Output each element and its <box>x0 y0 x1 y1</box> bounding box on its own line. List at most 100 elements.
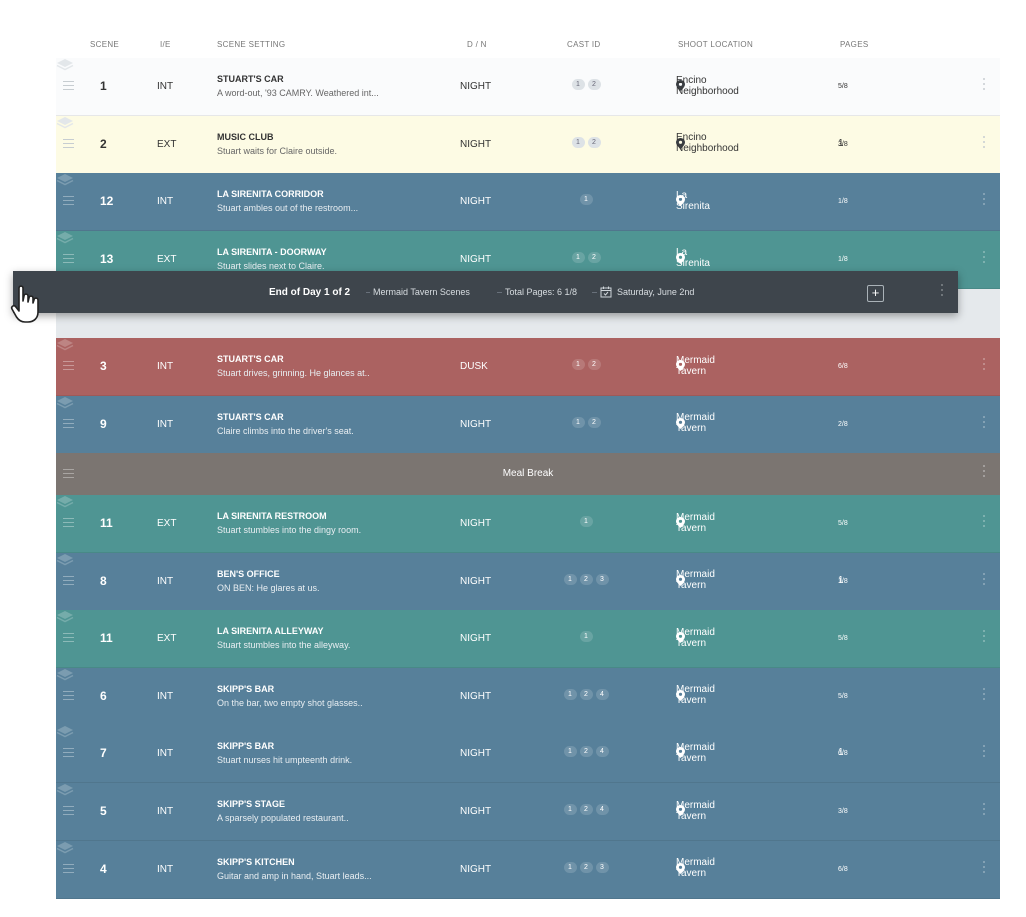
calendar-icon[interactable] <box>600 285 612 298</box>
cast-id-badge[interactable]: 1 <box>571 416 585 428</box>
more-options-icon[interactable] <box>982 135 986 152</box>
stack-icon[interactable] <box>56 231 74 244</box>
scene-row[interactable]: 1 INT STUART'S CAR A word-out, '93 CAMRY. W… <box>56 58 1000 116</box>
drag-handle-icon[interactable] <box>63 196 74 206</box>
scene-row[interactable]: 2 EXT MUSIC CLUB Stuart waits for Claire ou… <box>56 115 1000 174</box>
shoot-location[interactable]: Mermaid Tavern <box>676 569 715 591</box>
stack-icon[interactable] <box>56 725 74 738</box>
stack-icon[interactable] <box>56 173 74 186</box>
more-options-icon[interactable] <box>982 860 986 877</box>
stack-icon[interactable] <box>56 610 74 623</box>
cast-id-badge[interactable]: 1 <box>571 136 585 148</box>
column-header-scene[interactable]: SCENE <box>90 40 119 49</box>
stack-icon[interactable] <box>56 338 74 351</box>
scene-row[interactable]: 4 INT SKIPP'S KITCHEN Guitar and amp in han… <box>56 840 1000 899</box>
more-options-icon[interactable] <box>982 803 986 819</box>
stack-icon[interactable] <box>56 841 74 854</box>
cast-id-badge[interactable]: 2 <box>587 79 601 90</box>
cast-id-badge[interactable]: 4 <box>595 688 609 700</box>
more-options-icon[interactable] <box>982 78 986 94</box>
drag-handle-icon[interactable] <box>63 253 74 263</box>
column-header-shoot-location[interactable]: SHOOT LOCATION <box>678 40 753 49</box>
scene-row[interactable]: 6 INT SKIPP'S BAR On the bar, two empty sho… <box>56 667 1000 726</box>
shoot-date[interactable]: Saturday, June 2nd <box>617 287 694 297</box>
meal-break-row[interactable]: Meal Break <box>56 453 1000 495</box>
shoot-location[interactable]: Mermaid Tavern <box>676 800 715 822</box>
cast-id-badge[interactable]: 4 <box>595 746 609 758</box>
column-header-ie[interactable]: I/E <box>160 40 171 49</box>
scene-row[interactable]: 11 EXT LA SIRENITA ALLEYWAY Stuart stumbles… <box>56 610 1000 669</box>
end-of-day-banner[interactable]: End of Day 1 of 2 Mermaid Tavern Scenes … <box>13 271 958 313</box>
drag-handle-icon[interactable] <box>63 806 74 815</box>
shoot-location[interactable]: La Sirenita <box>676 247 710 269</box>
shoot-location[interactable]: La Sirenita <box>676 190 710 212</box>
drag-handle-icon[interactable] <box>63 81 74 90</box>
add-button[interactable]: + <box>867 285 884 302</box>
shoot-location[interactable]: Encino Neighborhood <box>676 132 739 154</box>
drag-handle-icon[interactable] <box>63 418 74 428</box>
more-options-icon[interactable] <box>982 572 986 589</box>
cast-id-badge[interactable]: 1 <box>571 79 585 90</box>
cast-id-badge[interactable]: 1 <box>579 631 593 643</box>
drag-handle-icon[interactable] <box>63 518 74 527</box>
more-options-icon[interactable] <box>940 284 944 300</box>
column-header-pages[interactable]: PAGES <box>840 40 868 49</box>
cast-id-badge[interactable]: 4 <box>595 804 609 815</box>
more-options-icon[interactable] <box>982 358 986 374</box>
shoot-location[interactable]: Mermaid Tavern <box>676 512 715 534</box>
cast-id-badge[interactable]: 3 <box>595 861 609 873</box>
more-options-icon[interactable] <box>982 745 986 761</box>
more-options-icon[interactable] <box>982 515 986 531</box>
more-options-icon[interactable] <box>982 250 986 267</box>
more-options-icon[interactable] <box>982 193 986 209</box>
cast-id-badge[interactable]: 2 <box>587 359 601 370</box>
cast-id-badge[interactable]: 2 <box>587 136 601 148</box>
shoot-location[interactable]: Mermaid Tavern <box>676 857 715 879</box>
drag-handle-icon[interactable] <box>63 575 74 585</box>
shoot-location[interactable]: Mermaid Tavern <box>676 742 715 764</box>
cast-id-badge[interactable]: 1 <box>571 359 585 370</box>
cast-id-badge[interactable]: 2 <box>579 861 593 873</box>
cast-id-badge[interactable]: 2 <box>579 688 593 700</box>
stack-icon[interactable] <box>56 116 74 129</box>
cast-id-badge[interactable]: 1 <box>579 516 593 527</box>
cast-id-badge[interactable]: 1 <box>563 573 577 585</box>
shoot-location[interactable]: Mermaid Tavern <box>676 412 715 434</box>
cast-id-badge[interactable]: 3 <box>595 573 609 585</box>
more-options-icon[interactable] <box>982 465 986 481</box>
cast-id-badge[interactable]: 2 <box>579 746 593 758</box>
column-header-cast-id[interactable]: CAST ID <box>567 40 601 49</box>
scene-row[interactable]: 5 INT SKIPP'S STAGE A sparsely populated re… <box>56 783 1000 841</box>
drag-handle-icon[interactable] <box>63 138 74 148</box>
shoot-location[interactable]: Mermaid Tavern <box>676 627 715 649</box>
more-options-icon[interactable] <box>982 687 986 704</box>
cast-id-badge[interactable]: 1 <box>563 804 577 815</box>
drag-handle-icon[interactable] <box>63 748 74 758</box>
cast-id-badge[interactable]: 2 <box>587 251 601 263</box>
scene-row[interactable]: 8 INT BEN'S OFFICE ON BEN: He glares at us.… <box>56 552 1000 611</box>
cast-id-badge[interactable]: 1 <box>563 861 577 873</box>
stack-icon[interactable] <box>56 396 74 409</box>
scene-row[interactable]: 7 INT SKIPP'S BAR Stuart nurses hit umpteen… <box>56 725 1000 784</box>
column-header-day-night[interactable]: D / N <box>467 40 487 49</box>
shoot-location[interactable]: Mermaid Tavern <box>676 684 715 706</box>
more-options-icon[interactable] <box>982 415 986 432</box>
day-description[interactable]: Mermaid Tavern Scenes <box>373 287 470 297</box>
stack-icon[interactable] <box>56 495 74 508</box>
cast-id-badge[interactable]: 1 <box>579 194 593 206</box>
shoot-location[interactable]: Encino Neighborhood <box>676 75 739 97</box>
cast-id-badge[interactable]: 1 <box>563 688 577 700</box>
scene-row[interactable]: 11 EXT LA SIRENITA RESTROOM Stuart stumbles… <box>56 495 1000 553</box>
drag-handle-icon[interactable] <box>63 690 74 700</box>
stack-icon[interactable] <box>56 553 74 566</box>
scene-row[interactable]: 3 INT STUART'S CAR Stuart drives, grinning.… <box>56 338 1000 396</box>
drag-handle-icon[interactable] <box>63 633 74 643</box>
scene-row[interactable]: 9 INT STUART'S CAR Claire climbs into the d… <box>56 395 1000 454</box>
scene-row[interactable]: 12 INT LA SIRENITA CORRIDOR Stuart ambles o… <box>56 173 1000 232</box>
cast-id-badge[interactable]: 2 <box>579 573 593 585</box>
stack-icon[interactable] <box>56 58 74 71</box>
cast-id-badge[interactable]: 1 <box>571 251 585 263</box>
more-options-icon[interactable] <box>982 630 986 646</box>
stack-icon[interactable] <box>56 783 74 796</box>
drag-handle-icon[interactable] <box>63 863 74 873</box>
